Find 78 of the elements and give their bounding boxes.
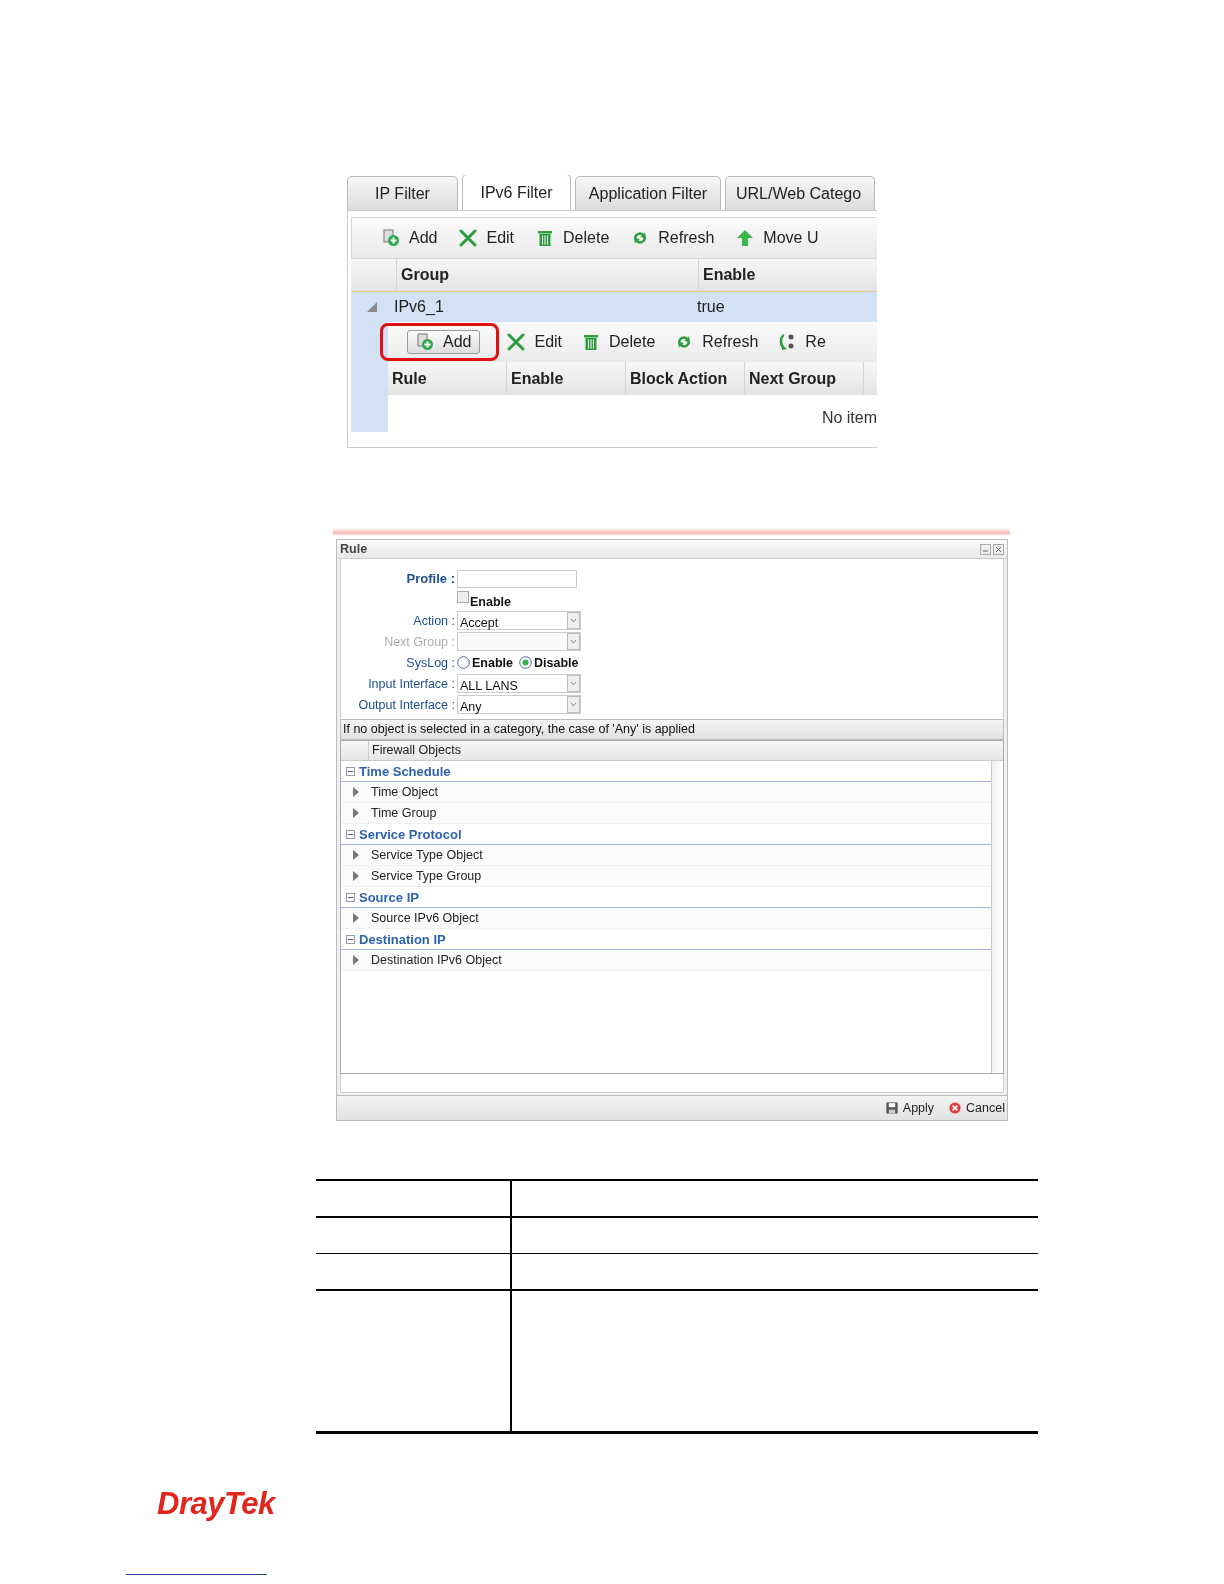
expand-arrow-icon[interactable] — [352, 850, 359, 860]
expand-arrow-icon[interactable] — [352, 787, 359, 797]
column-header: Block Action — [626, 362, 745, 395]
category-heading[interactable]: Time Schedule — [359, 763, 451, 779]
collapse-icon[interactable] — [346, 829, 355, 839]
radio-label: Disable — [534, 655, 579, 670]
dropdown[interactable]: ALL LANS — [457, 674, 581, 693]
dialog-title: Rule — [340, 542, 368, 556]
toolbar-button[interactable]: Re — [774, 331, 830, 353]
collapse-icon[interactable] — [346, 934, 355, 944]
expand-arrow-icon[interactable] — [352, 913, 359, 923]
group-row[interactable]: IPv6_1 true — [351, 292, 877, 322]
add-icon — [416, 333, 434, 351]
column-header: Enable — [702, 265, 756, 285]
field-label: Action : — [413, 613, 455, 628]
scrollbar[interactable] — [991, 761, 1003, 1073]
tree-item[interactable]: Service Type Object — [371, 848, 483, 862]
toolbar-button[interactable]: Edit — [455, 227, 519, 249]
tree-item[interactable]: Time Object — [371, 785, 438, 799]
column-header: Enable — [507, 362, 626, 395]
field-label: Output Interface : — [358, 697, 455, 712]
brand-logo: DrayTek — [157, 1486, 275, 1522]
tab[interactable]: URL/Web Catego — [725, 176, 875, 210]
checkbox[interactable] — [457, 590, 469, 603]
column-header: Group — [397, 259, 699, 291]
field-label: Input Interface : — [368, 676, 455, 691]
add-icon — [382, 229, 400, 247]
profile-field[interactable] — [457, 569, 577, 588]
tree-item[interactable]: Time Group — [371, 806, 437, 820]
dialog-button[interactable]: Apply — [880, 1099, 937, 1117]
close-icon[interactable] — [993, 543, 1004, 555]
field-label: Next Group : — [384, 634, 455, 649]
expand-arrow-icon[interactable] — [352, 808, 359, 818]
column-header: Next Group — [745, 362, 864, 395]
field-label: SysLog : — [406, 655, 455, 670]
toolbar-button[interactable]: Add — [407, 330, 481, 354]
category-heading[interactable]: Source IP — [359, 889, 419, 905]
cancel-icon — [947, 1100, 963, 1116]
tab[interactable]: IP Filter — [347, 176, 458, 210]
dropdown[interactable]: Any — [457, 695, 581, 714]
tools-icon — [459, 229, 478, 247]
trash-icon — [582, 333, 601, 351]
toolbar-button[interactable]: Delete — [532, 227, 614, 249]
expander-icon[interactable] — [366, 301, 378, 313]
toolbar-button[interactable]: Edit — [503, 331, 567, 353]
tools-icon — [507, 333, 526, 351]
save-icon — [884, 1100, 899, 1116]
tab[interactable]: Application Filter — [575, 176, 721, 210]
info-bar: If no object is selected in a category, the case of 'Any' is applied — [340, 719, 1004, 740]
expand-arrow-icon[interactable] — [352, 871, 359, 881]
category-heading[interactable]: Destination IP — [359, 931, 446, 947]
dropdown[interactable]: Accept — [457, 611, 581, 630]
enable-value: true — [697, 298, 725, 316]
toolbar-button[interactable]: Delete — [578, 331, 660, 353]
collapse-icon[interactable] — [346, 892, 355, 902]
toolbar-button[interactable]: Add — [378, 227, 442, 249]
tree-item[interactable]: Destination IPv6 Object — [371, 953, 502, 967]
trash-icon — [536, 229, 555, 247]
column-header: Rule — [388, 362, 507, 395]
checkbox-label: Enable — [470, 594, 511, 609]
toolbar-button[interactable]: Refresh — [671, 331, 763, 353]
tree-item[interactable]: Service Type Group — [371, 869, 482, 883]
group-name: IPv6_1 — [394, 298, 445, 316]
up-arrow-icon — [736, 229, 755, 247]
toolbar-button[interactable]: Move U — [732, 227, 823, 249]
dialog-button[interactable]: Cancel — [944, 1099, 1007, 1117]
tree-item[interactable]: Source IPv6 Object — [371, 911, 479, 925]
category-heading[interactable]: Service Protocol — [359, 826, 462, 842]
column-header: Firewall Objects — [372, 742, 461, 759]
tab[interactable]: IPv6 Filter — [462, 175, 571, 210]
field-label: Profile : — [406, 571, 455, 586]
radio-button[interactable] — [519, 656, 532, 669]
empty-message: No item — [821, 409, 877, 426]
collapse-icon[interactable] — [346, 766, 355, 776]
radio-button[interactable] — [457, 656, 470, 669]
toolbar-button[interactable]: Refresh — [627, 227, 719, 249]
radio-label: Enable — [472, 655, 513, 670]
expand-arrow-icon[interactable] — [352, 955, 359, 965]
